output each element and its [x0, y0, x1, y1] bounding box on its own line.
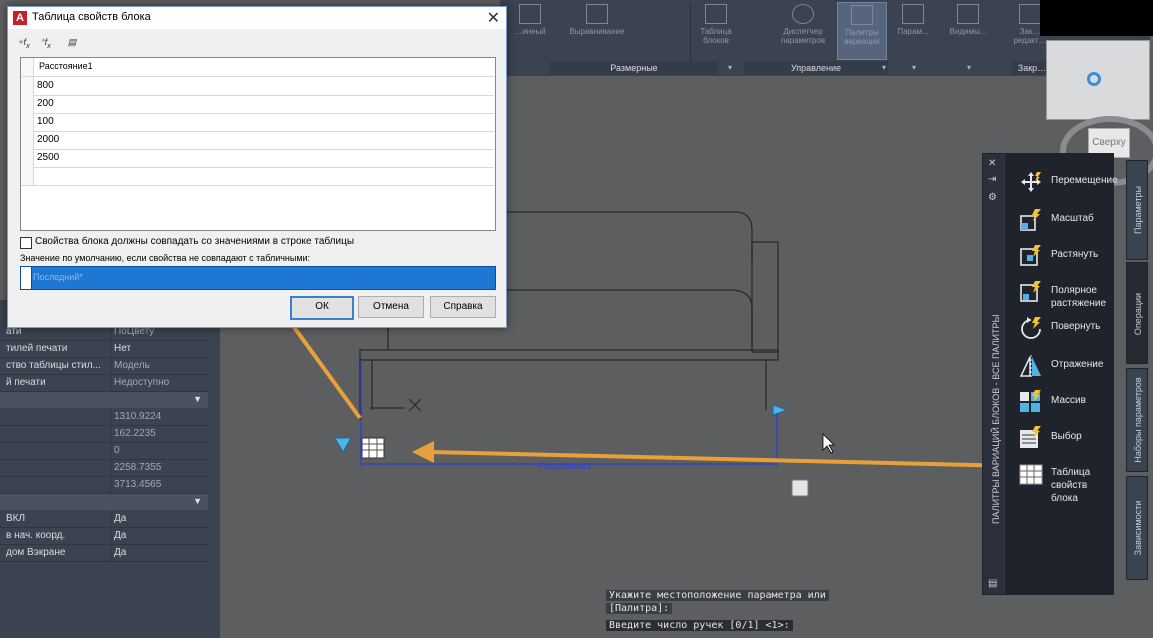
table-header-row: Расстояние1	[21, 58, 494, 77]
palette-item-stretch[interactable]: Растянуть	[1019, 242, 1119, 272]
autohide-icon[interactable]: ⇥	[988, 174, 996, 185]
stretch-icon	[1020, 245, 1041, 266]
palette-item-lookup[interactable]: Выбор	[1019, 424, 1119, 454]
user-parameter-icon[interactable]: *fx	[36, 33, 56, 51]
palette-item-mirror[interactable]: Отражение	[1019, 352, 1119, 382]
ok-button[interactable]: ОК	[290, 296, 354, 320]
grip-triangle-right	[772, 404, 789, 416]
dialog-title: Таблица свойств блока	[32, 11, 151, 23]
command-history-line: [Палитра]:	[606, 603, 673, 614]
palette-tabs: Параметры Операции Наборы параметров Зав…	[1126, 160, 1148, 580]
default-value-label: Значение по умолчанию, если свойства не …	[20, 253, 311, 263]
palette-menu-icon[interactable]: ▤	[988, 578, 997, 589]
scale-icon	[1020, 209, 1041, 231]
palette-item-rotate[interactable]: Повернуть	[1019, 314, 1119, 344]
command-line: Укажите местоположение параметра или [Па…	[606, 588, 832, 638]
match-properties-checkbox[interactable]	[20, 237, 32, 249]
help-button[interactable]: Справка	[430, 296, 496, 318]
table-row[interactable]: 2500	[21, 149, 494, 168]
grip-triangle-left	[334, 437, 352, 454]
array-icon	[1020, 390, 1041, 412]
tab-parameter-sets[interactable]: Наборы параметров	[1126, 368, 1148, 472]
close-icon[interactable]: ✕	[988, 158, 996, 169]
table-row-empty[interactable]	[21, 167, 494, 186]
palette-item-array[interactable]: Массив	[1019, 388, 1119, 418]
dialog-titlebar[interactable]: A Таблица свойств блока ✕	[8, 7, 506, 29]
add-property-icon[interactable]: +fx	[14, 33, 34, 51]
palette-item-scale[interactable]: Масштаб	[1019, 206, 1119, 236]
command-history-line: Укажите местоположение параметра или	[606, 590, 829, 601]
block-table-marker	[361, 437, 385, 459]
table-row[interactable]: 100	[21, 113, 494, 132]
basepoint-marker	[370, 398, 422, 412]
table-row[interactable]: 800	[21, 77, 494, 96]
dimension-label: Расстояние1	[538, 461, 592, 471]
grip-square	[791, 479, 809, 497]
block-properties-table-dialog: A Таблица свойств блока ✕ +fx *fx ▤ Расс…	[7, 6, 507, 328]
tab-constraints[interactable]: Зависимости	[1126, 476, 1148, 580]
checkbox-label: Свойства блока должны совпадать со значе…	[35, 236, 355, 247]
palette-title: ПАЛИТРЫ ВАРИАЦИЙ БЛОКОВ - ВСЕ ПАЛИТРЫ	[991, 314, 1001, 524]
cancel-button[interactable]: Отмена	[358, 296, 424, 318]
move-icon	[1021, 172, 1041, 192]
block-table-icon	[1019, 464, 1043, 485]
autocad-logo-icon: A	[13, 11, 27, 25]
palette-body: Перемещение Масштаб Растянуть Полярное р…	[1005, 154, 1118, 594]
polar-stretch-icon	[1020, 281, 1041, 302]
palette-item-move[interactable]: Перемещение	[1019, 168, 1119, 198]
command-prompt[interactable]: Введите число ручек [0/1] <1>:	[606, 620, 793, 631]
close-icon[interactable]: ✕	[487, 8, 500, 28]
mirror-icon	[1019, 355, 1041, 377]
default-value-select[interactable]: Последний*	[20, 266, 496, 290]
cursor-icon	[822, 433, 835, 454]
palette-title-strip: ✕ ⇥ ⚙ ПАЛИТРЫ ВАРИАЦИЙ БЛОКОВ - ВСЕ ПАЛИ…	[983, 154, 1003, 594]
palette-item-polar-stretch[interactable]: Полярное растяжение	[1019, 278, 1119, 309]
rotate-icon	[1021, 317, 1041, 339]
table-row[interactable]: 2000	[21, 131, 494, 150]
block-variation-palette: ✕ ⇥ ⚙ ПАЛИТРЫ ВАРИАЦИЙ БЛОКОВ - ВСЕ ПАЛИ…	[982, 153, 1118, 595]
table-row[interactable]: 200	[21, 95, 494, 114]
audit-table-icon[interactable]: ▤	[62, 33, 82, 51]
tab-actions[interactable]: Операции	[1126, 262, 1148, 364]
gear-icon[interactable]: ⚙	[988, 192, 997, 203]
palette-item-block-table[interactable]: Таблица свойств блока	[1019, 460, 1119, 504]
lookup-icon	[1020, 426, 1041, 448]
column-header[interactable]: Расстояние1	[39, 61, 93, 71]
tab-parameters[interactable]: Параметры	[1126, 160, 1148, 260]
properties-table[interactable]: Расстояние1 800 200 100 2000 2500	[20, 57, 496, 231]
